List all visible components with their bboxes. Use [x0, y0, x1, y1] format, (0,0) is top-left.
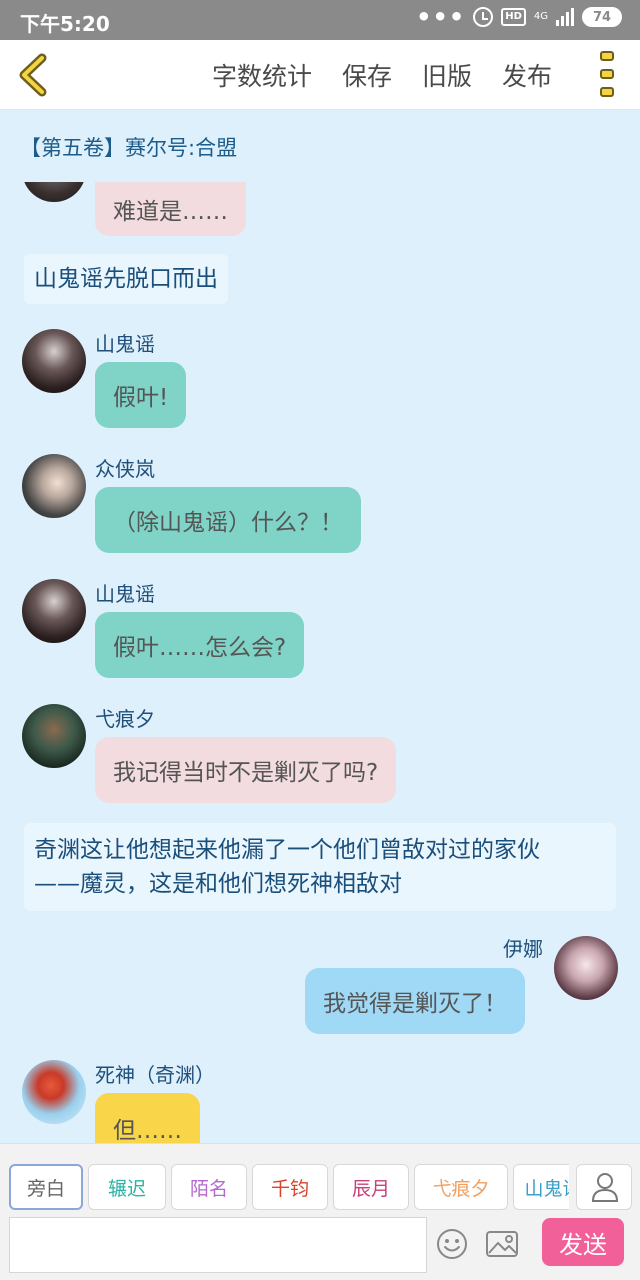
message-bubble[interactable]: 但……	[95, 1093, 200, 1143]
send-button[interactable]: 发送	[542, 1218, 624, 1266]
message-bubble[interactable]: （除山鬼谣）什么？！	[95, 487, 361, 553]
character-chip[interactable]: 千钧	[252, 1164, 328, 1210]
sender-name: 死神（奇渊）	[95, 1063, 215, 1087]
image-icon[interactable]	[485, 1228, 519, 1260]
alarm-icon	[473, 7, 494, 27]
message-bubble[interactable]: 我记得当时不是剿灭了吗?	[95, 737, 397, 803]
character-chip[interactable]: 旁白	[9, 1164, 83, 1210]
character-chip[interactable]: 弋痕夕	[414, 1164, 508, 1210]
character-chip[interactable]: 山鬼谣	[513, 1164, 569, 1210]
signal-icon	[556, 8, 574, 26]
avatar[interactable]	[22, 329, 86, 393]
message-input[interactable]	[9, 1217, 427, 1273]
old-version-button[interactable]: 旧版	[422, 57, 472, 93]
character-chip[interactable]: 辰月	[333, 1164, 409, 1210]
message-bubble[interactable]: 假叶……怎么会?	[95, 612, 305, 678]
composer-bar: 旁白辗迟陌名千钧辰月弋痕夕山鬼谣 发送	[0, 1143, 640, 1280]
publish-button[interactable]: 发布	[502, 57, 552, 93]
narration-block[interactable]: 山鬼谣先脱口而出	[24, 254, 228, 304]
status-bar: 下午5:20 ••• HD 4G 74	[0, 0, 640, 40]
save-button[interactable]: 保存	[342, 57, 392, 93]
battery-level: 74	[592, 9, 612, 25]
character-chip[interactable]: 辗迟	[88, 1164, 166, 1210]
more-notifications-icon: •••	[416, 3, 466, 31]
message-bubble[interactable]: 我觉得是剿灭了！	[305, 968, 525, 1034]
word-count-button[interactable]: 字数统计	[212, 57, 312, 93]
emoji-icon[interactable]	[436, 1228, 468, 1260]
hd-badge: HD	[501, 8, 526, 26]
sender-name: 弋痕夕	[95, 707, 155, 731]
person-icon[interactable]	[576, 1164, 632, 1210]
avatar[interactable]	[22, 579, 86, 643]
chapter-title: 【第五卷】赛尔号:合盟	[20, 136, 238, 160]
status-time: 下午5:20	[20, 12, 110, 36]
chat-area[interactable]: 【第五卷】赛尔号:合盟 难道是…… 【第五卷】赛尔号:合盟 山鬼谣先脱口而出 山…	[0, 110, 640, 1143]
sender-name: 山鬼谣	[95, 582, 155, 606]
sender-name: 众侠岚	[95, 457, 155, 481]
message-bubble[interactable]: 难道是……	[95, 182, 246, 236]
back-arrow-icon[interactable]	[14, 52, 54, 98]
editor-toolbar: 字数统计 保存 旧版 发布	[0, 40, 640, 110]
avatar[interactable]	[22, 1060, 86, 1124]
menu-icon[interactable]	[600, 51, 620, 97]
character-selector[interactable]: 旁白辗迟陌名千钧辰月弋痕夕山鬼谣	[9, 1164, 569, 1212]
battery-icon: 74	[582, 7, 622, 27]
narration-block[interactable]: 奇渊这让他想起来他漏了一个他们曾敌对过的家伙 ——魔灵，这是和他们想死神相敌对	[24, 823, 616, 911]
avatar[interactable]	[554, 936, 618, 1000]
sender-name: 山鬼谣	[95, 332, 155, 356]
sender-name: 伊娜	[503, 937, 543, 961]
message-bubble[interactable]: 假叶!	[95, 362, 187, 428]
avatar[interactable]	[22, 704, 86, 768]
character-chip[interactable]: 陌名	[171, 1164, 247, 1210]
avatar[interactable]	[22, 454, 86, 518]
network-type: 4G	[533, 11, 548, 22]
